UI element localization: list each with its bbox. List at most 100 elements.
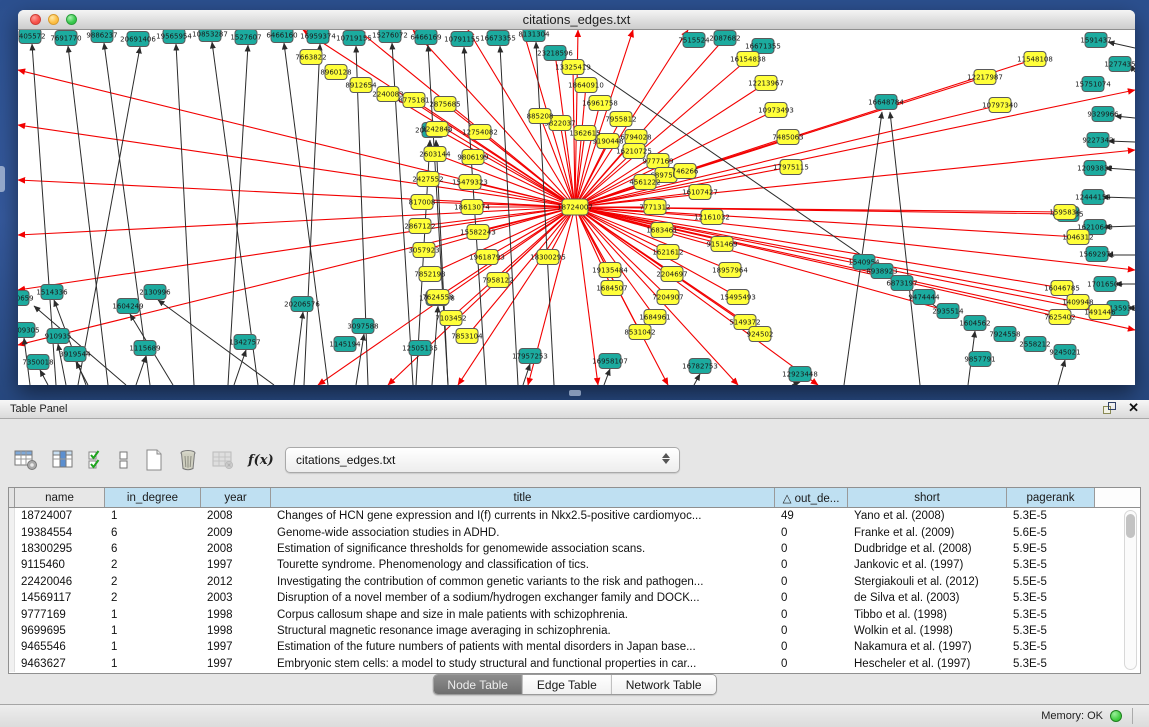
- table-cell[interactable]: 6: [105, 543, 201, 555]
- graph-node[interactable]: 23218596: [537, 46, 573, 61]
- graph-node[interactable]: 3242843: [421, 122, 452, 137]
- table-cell[interactable]: 2: [105, 559, 201, 571]
- graph-node[interactable]: 16107427: [682, 185, 718, 200]
- table-mode-button[interactable]: [14, 449, 38, 471]
- graph-node[interactable]: 15751074: [1075, 77, 1111, 92]
- graph-node[interactable]: 9886237: [86, 30, 117, 43]
- table-cell[interactable]: 0: [775, 641, 848, 653]
- table-scrollbar-thumb[interactable]: [1126, 514, 1135, 538]
- table-cell[interactable]: 49: [775, 510, 848, 522]
- table-cell[interactable]: 5.3E-5: [1007, 510, 1095, 522]
- table-cell[interactable]: 1: [105, 658, 201, 670]
- graph-node[interactable]: 9151469: [706, 237, 737, 252]
- graph-node[interactable]: 12444154: [1075, 190, 1111, 205]
- graph-node[interactable]: 10719155: [336, 31, 372, 46]
- graph-node[interactable]: 16046785: [1044, 281, 1080, 296]
- table-cell[interactable]: 2: [105, 576, 201, 588]
- table-cell[interactable]: 0: [775, 658, 848, 670]
- table-cell[interactable]: 0: [775, 543, 848, 555]
- graph-node[interactable]: 8531042: [624, 325, 655, 340]
- table-cell[interactable]: Tourette syndrome. Phenomenology and cla…: [271, 559, 775, 571]
- table-cell[interactable]: 5.3E-5: [1007, 609, 1095, 621]
- column-header-year[interactable]: year: [201, 488, 271, 507]
- table-cell[interactable]: 9115460: [15, 559, 105, 571]
- table-cell[interactable]: 1998: [201, 625, 271, 637]
- graph-node[interactable]: 9109305: [18, 323, 40, 338]
- table-cell[interactable]: 5.5E-5: [1007, 576, 1095, 588]
- graph-node[interactable]: 7955812: [605, 112, 636, 127]
- graph-node[interactable]: 3057923: [408, 243, 439, 258]
- graph-node[interactable]: 15495493: [720, 290, 756, 305]
- graph-node[interactable]: 9777169: [642, 154, 673, 169]
- graph-node[interactable]: 7625402: [1044, 310, 1075, 325]
- graph-node[interactable]: 7771312: [639, 200, 670, 215]
- graph-node[interactable]: 910935: [45, 329, 72, 344]
- graph-node[interactable]: 1591437: [1080, 33, 1111, 48]
- graph-node[interactable]: 19565954: [156, 30, 192, 44]
- graph-node[interactable]: 9329966: [1087, 107, 1119, 122]
- graph-node[interactable]: 16648784: [868, 95, 904, 110]
- import-table-button[interactable]: [212, 449, 234, 471]
- table-cell[interactable]: Jankovic et al. (1997): [848, 559, 1007, 571]
- table-cell[interactable]: 1: [105, 641, 201, 653]
- graph-node[interactable]: 7663822: [295, 50, 326, 65]
- table-cell[interactable]: 2: [105, 592, 201, 604]
- graph-node[interactable]: 7204907: [652, 290, 683, 305]
- table-row[interactable]: 1830029562008Estimation of significance …: [9, 541, 1140, 557]
- graph-node[interactable]: 16958107: [592, 354, 628, 369]
- graph-node[interactable]: 746266: [672, 164, 699, 179]
- graph-node[interactable]: 7852193: [414, 267, 445, 282]
- graph-node[interactable]: 12213967: [748, 76, 784, 91]
- table-cell[interactable]: de Silva et al. (2003): [848, 592, 1007, 604]
- table-cell[interactable]: Stergiakouli et al. (2012): [848, 576, 1007, 588]
- table-cell[interactable]: 9463627: [15, 658, 105, 670]
- table-source-select[interactable]: citations_edges.txt: [285, 447, 680, 473]
- table-cell[interactable]: 1: [105, 609, 201, 621]
- graph-node[interactable]: 1046312: [1062, 230, 1093, 245]
- graph-node[interactable]: 15276072: [372, 30, 408, 43]
- table-cell[interactable]: 2009: [201, 527, 271, 539]
- table-cell[interactable]: 14569117: [15, 592, 105, 604]
- table-cell[interactable]: Changes of HCN gene expression and I(f) …: [271, 510, 775, 522]
- table-cell[interactable]: 5.3E-5: [1007, 658, 1095, 670]
- table-row[interactable]: 969969511998Structural magnetic resonanc…: [9, 623, 1140, 639]
- graph-node[interactable]: 1684961: [639, 310, 670, 325]
- network-canvas[interactable]: 2405572769177098862372069140619565954108…: [18, 30, 1135, 385]
- graph-node[interactable]: 12093832: [1077, 161, 1113, 176]
- table-cell[interactable]: 1997: [201, 559, 271, 571]
- graph-node[interactable]: 7924558: [989, 327, 1020, 342]
- function-builder-button[interactable]: f(x): [248, 453, 274, 468]
- graph-node[interactable]: 1342757: [229, 335, 260, 350]
- graph-node[interactable]: 7350018: [22, 355, 53, 370]
- table-row[interactable]: 2242004622012Investigating the contribut…: [9, 574, 1140, 590]
- show-columns-button[interactable]: [52, 449, 74, 471]
- graph-node[interactable]: 2204697: [656, 267, 687, 282]
- graph-node[interactable]: 7853104: [451, 329, 483, 344]
- table-cell[interactable]: 2003: [201, 592, 271, 604]
- graph-node[interactable]: 8960128: [320, 65, 351, 80]
- table-cell[interactable]: Embryonic stem cells: a model to study s…: [271, 658, 775, 670]
- table-cell[interactable]: 1998: [201, 609, 271, 621]
- graph-node[interactable]: 9806199: [457, 150, 488, 165]
- close-window-icon[interactable]: [30, 14, 41, 25]
- graph-node[interactable]: 2130996: [139, 285, 171, 300]
- graph-node[interactable]: 16961758: [582, 96, 618, 111]
- table-cell[interactable]: 5.3E-5: [1007, 559, 1095, 571]
- graph-node[interactable]: 7958122: [482, 273, 513, 288]
- column-header-name[interactable]: name: [15, 488, 105, 507]
- split-pane-grip[interactable]: [569, 390, 581, 396]
- graph-node[interactable]: 2875685: [429, 97, 460, 112]
- table-cell[interactable]: 2008: [201, 543, 271, 555]
- table-cell[interactable]: 5.6E-5: [1007, 527, 1095, 539]
- graph-node[interactable]: 1115689: [129, 341, 160, 356]
- table-cell[interactable]: Nakamura et al. (1997): [848, 641, 1007, 653]
- column-header-short[interactable]: short: [848, 488, 1007, 507]
- graph-node[interactable]: 17016504: [1087, 277, 1123, 292]
- column-header-in_degree[interactable]: in_degree: [105, 488, 201, 507]
- graph-node[interactable]: 20691406: [120, 32, 156, 47]
- graph-node[interactable]: 1514336: [36, 285, 68, 300]
- window-titlebar[interactable]: citations_edges.txt: [18, 10, 1135, 30]
- table-cell[interactable]: Dudbridge et al. (2008): [848, 543, 1007, 555]
- graph-node[interactable]: 924502: [747, 327, 774, 342]
- graph-node[interactable]: 8775181: [398, 93, 429, 108]
